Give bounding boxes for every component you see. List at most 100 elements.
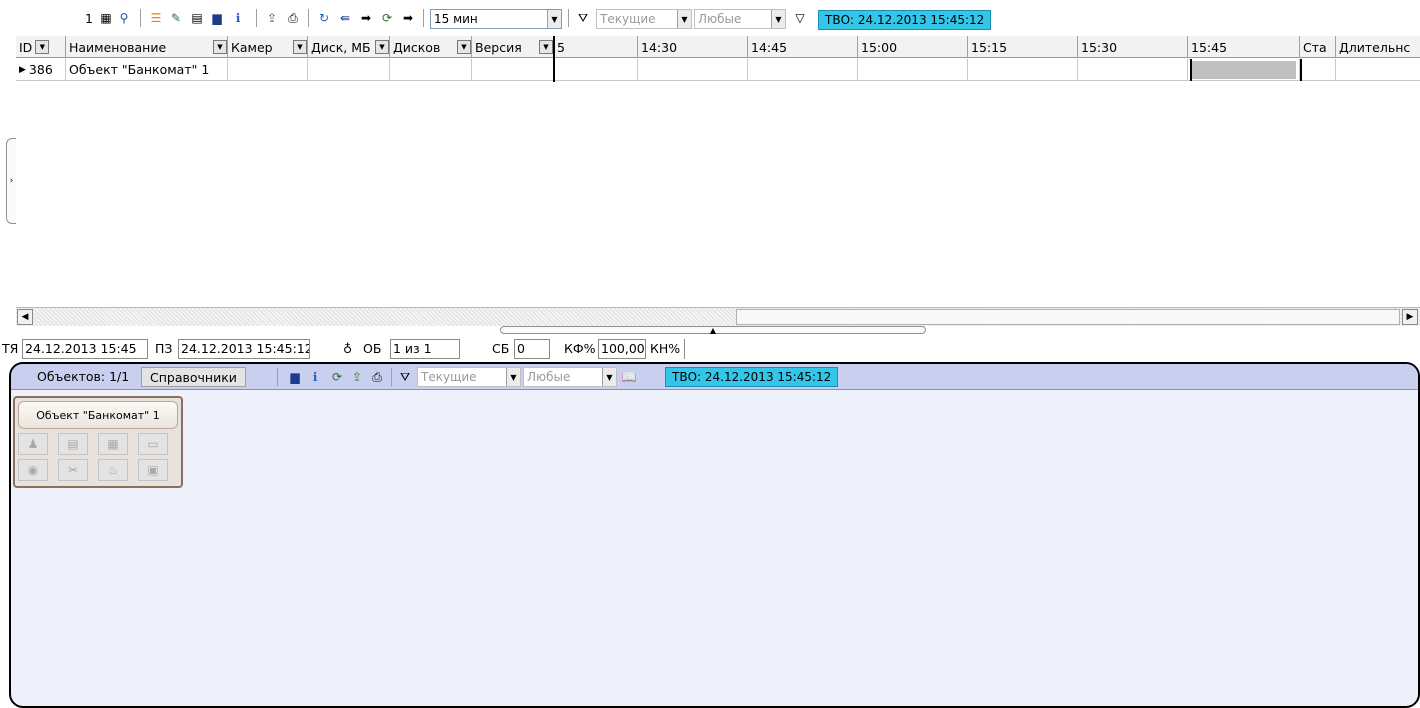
timeline-cell: [1078, 59, 1188, 81]
export-icon[interactable]: ⇪: [264, 10, 280, 26]
refresh-icon[interactable]: ↻: [316, 10, 332, 26]
back-icon[interactable]: ⇚: [337, 10, 353, 26]
interval-select[interactable]: 15 мин ▼: [430, 9, 562, 29]
filter-dropdown-icon[interactable]: ▼: [35, 40, 50, 54]
object-panel: Объектов: 1/1 Справочники ▆ ℹ ⟳ ⇪ ⎙ ⛛ Те…: [9, 362, 1420, 708]
row-duration-cell: [1336, 59, 1420, 81]
column-header-status[interactable]: Ста: [1300, 36, 1336, 58]
scroll-right-icon[interactable]: ▶: [1402, 309, 1418, 325]
grid-icon[interactable]: ▦: [98, 10, 114, 26]
info-icon[interactable]: ℹ: [230, 10, 246, 26]
reload-icon[interactable]: ⟳: [329, 369, 345, 385]
chevron-down-icon[interactable]: ▼: [677, 10, 691, 28]
timeline-header-6: 15:45: [1188, 36, 1300, 58]
forward-icon[interactable]: ➡: [358, 10, 374, 26]
panel-current-filter-select[interactable]: Текущие ▼: [417, 367, 521, 387]
row-status-cell: [1300, 59, 1336, 81]
horizontal-scrollbar[interactable]: ◀ ▶: [16, 307, 1420, 326]
current-filter-select[interactable]: Текущие ▼: [596, 9, 692, 29]
timeline-cell: [968, 59, 1078, 81]
alarm-icon[interactable]: ♨: [98, 459, 128, 481]
funnel-settings-icon[interactable]: ⛛: [575, 10, 591, 26]
chevron-up-icon: ▲: [709, 325, 717, 335]
list-orange-icon[interactable]: ☰: [148, 10, 164, 26]
chevron-down-icon[interactable]: ▼: [547, 10, 561, 28]
toolbar-counter: 1: [85, 11, 93, 26]
any-filter-select[interactable]: Любые ▼: [694, 9, 786, 29]
panel-tvo-badge[interactable]: ТВО: 24.12.2013 15:45:12: [665, 367, 839, 387]
camera-icon[interactable]: ◉: [18, 459, 48, 481]
object-card[interactable]: Объект "Банкомат" 1 ♟ ▤ ▦ ▭ ◉ ✂ ♨ ▣: [13, 396, 183, 488]
book-icon[interactable]: 📖: [621, 369, 637, 385]
tab-objects[interactable]: Объектов: 1/1: [29, 367, 138, 387]
panel-splitter[interactable]: ▲: [500, 325, 926, 335]
color-table-icon[interactable]: ▆: [287, 369, 303, 385]
column-header-duration[interactable]: Длительнс: [1336, 36, 1420, 58]
status-bar: ТЯ 24.12.2013 15:45 ПЗ 24.12.2013 15:45:…: [0, 338, 1420, 360]
sb-label: СБ: [492, 341, 510, 356]
row-disk-mb-cell: [308, 59, 390, 81]
timeline-end-line: [1300, 59, 1302, 81]
filter-person-icon[interactable]: ⚲: [116, 10, 132, 26]
filter-dropdown-icon[interactable]: ▼: [457, 40, 471, 54]
chevron-down-icon[interactable]: ▼: [506, 368, 520, 386]
filter-dropdown-icon[interactable]: ▼: [539, 40, 553, 54]
row-version-cell: [472, 59, 554, 81]
person-icon[interactable]: ♟: [18, 433, 48, 455]
column-header-name[interactable]: Наименование ▼: [66, 36, 228, 58]
card-icon[interactable]: ▦: [98, 433, 128, 455]
object-card-title[interactable]: Объект "Банкомат" 1: [18, 401, 178, 429]
row-name-cell: Объект "Банкомат" 1: [66, 59, 228, 81]
reload-icon[interactable]: ⟳: [379, 10, 395, 26]
timeline-header-0: 5: [554, 36, 638, 58]
info-icon[interactable]: ℹ: [307, 369, 323, 385]
any-filter-value: Любые: [698, 12, 742, 26]
filter-dropdown-icon[interactable]: ▼: [293, 40, 307, 54]
document-icon[interactable]: ▤: [58, 433, 88, 455]
column-header-id[interactable]: ID ▼: [16, 36, 66, 58]
chevron-down-icon[interactable]: ▼: [771, 10, 785, 28]
column-header-version[interactable]: Версия ▼: [472, 36, 554, 58]
pz-field: 24.12.2013 15:45:12: [178, 339, 310, 359]
timeline-header-1: 14:30: [638, 36, 748, 58]
screen-icon[interactable]: ▭: [138, 433, 168, 455]
lightbulb-icon[interactable]: ♁: [343, 340, 352, 358]
tvo-badge[interactable]: ТВО: 24.12.2013 15:45:12: [818, 10, 992, 30]
chevron-right-icon: ›: [9, 176, 14, 186]
objects-table: ID ▼ Наименование ▼ Камер ▼ Диск, МБ ▼ Диско…: [16, 36, 1420, 326]
row-cameras-cell: [228, 59, 308, 81]
chevron-down-icon[interactable]: ▼: [602, 368, 616, 386]
filter-dropdown-icon[interactable]: ▼: [213, 40, 227, 54]
filter-dropdown-icon[interactable]: ▼: [375, 40, 389, 54]
table-row[interactable]: ▶ 386 Объект "Банкомат" 1: [16, 59, 1420, 81]
side-panel-toggle[interactable]: ›: [6, 138, 16, 224]
color-table-icon[interactable]: ▆: [209, 10, 225, 26]
panel-toolbar: Объектов: 1/1 Справочники ▆ ℹ ⟳ ⇪ ⎙ ⛛ Те…: [11, 364, 1418, 390]
funnel-icon[interactable]: ▽: [792, 10, 808, 26]
next-icon[interactable]: ➡: [400, 10, 416, 26]
interval-value: 15 мин: [434, 12, 478, 26]
column-header-disks[interactable]: Дисков ▼: [390, 36, 472, 58]
scroll-left-icon[interactable]: ◀: [17, 309, 33, 325]
scrollbar-thumb[interactable]: [736, 309, 1400, 325]
ob-label: ОБ: [363, 341, 382, 356]
calendar-icon[interactable]: ▤: [189, 10, 205, 26]
column-header-cameras[interactable]: Камер ▼: [228, 36, 308, 58]
tab-references[interactable]: Справочники: [141, 367, 246, 387]
funnel-settings-icon[interactable]: ⛛: [397, 369, 413, 385]
print-icon[interactable]: ⎙: [285, 10, 301, 26]
row-pointer-icon: ▶: [19, 64, 26, 75]
export-icon[interactable]: ⇪: [349, 369, 365, 385]
column-header-disk-mb[interactable]: Диск, МБ ▼: [308, 36, 390, 58]
panel-any-filter-value: Любые: [527, 370, 571, 384]
tools-icon[interactable]: ✂: [58, 459, 88, 481]
atm-icon[interactable]: ▣: [138, 459, 168, 481]
main-toolbar: 1 ▦ ⚲ ☰ ✎ ▤ ▆ ℹ ⇪ ⎙ ↻ ⇚ ➡ ⟳ ➡ 15 мин ▼ ⛛…: [0, 0, 1420, 34]
notes-icon[interactable]: ✎: [168, 10, 184, 26]
timeline-cell: [748, 59, 858, 81]
panel-any-filter-select[interactable]: Любые ▼: [523, 367, 617, 387]
pz-label: ПЗ: [155, 341, 173, 356]
ob-field: 1 из 1: [390, 339, 460, 359]
kf-field: 100,00: [598, 339, 646, 359]
print-icon[interactable]: ⎙: [369, 369, 385, 385]
